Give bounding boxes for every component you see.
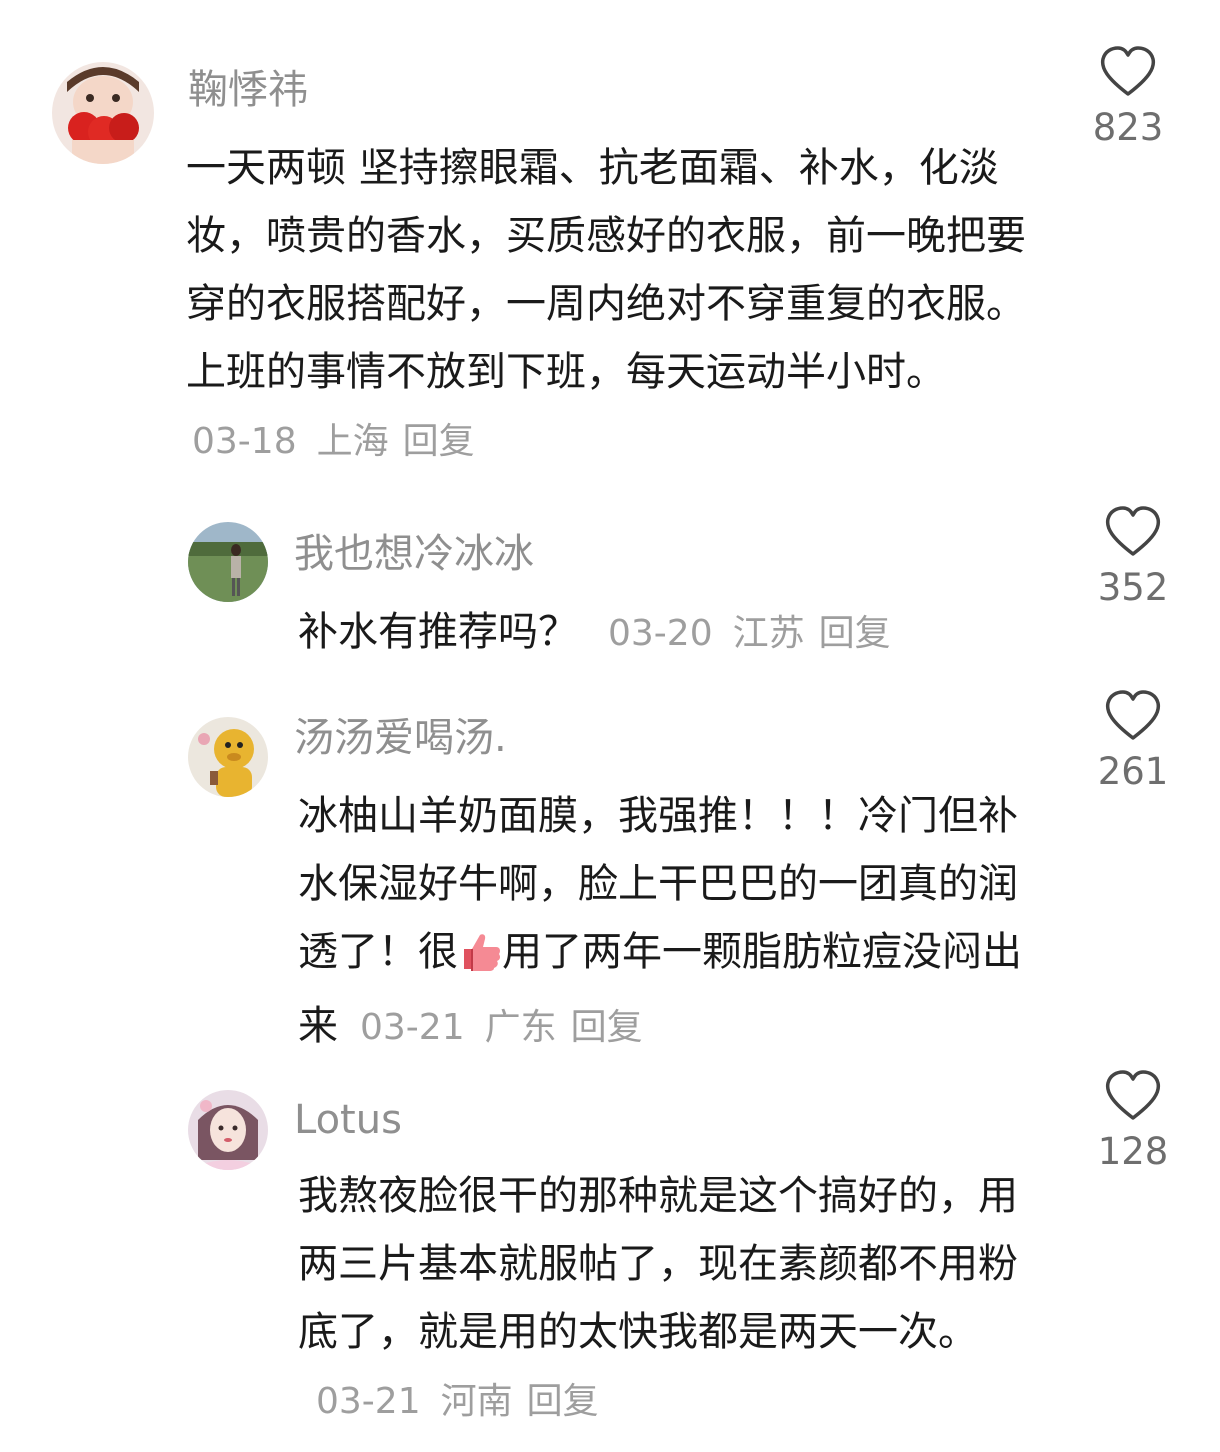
comment-content: 补水有推荐吗？ — [298, 609, 578, 655]
avatar[interactable] — [188, 522, 268, 602]
avatar[interactable] — [188, 1090, 268, 1170]
username[interactable]: 鞠悸祎 — [188, 64, 308, 116]
like-count: 823 — [1092, 106, 1164, 149]
username[interactable]: 我也想冷冰冰 — [294, 528, 534, 580]
username[interactable]: Lotus — [294, 1094, 402, 1146]
heart-outline-icon — [1105, 690, 1161, 740]
comment-meta: 03-21 广东 回复 — [338, 1007, 643, 1048]
comment-content: 一天两顿 坚持擦眼霜、抗老面霜、补水，化淡妆，喷贵的香水，买质感好的衣服，前一晚… — [186, 145, 1026, 395]
like-count: 128 — [1097, 1130, 1169, 1173]
comment-content: 我熬夜脸很干的那种就是这个搞好的，用两三片基本就服帖了，现在素颜都不用粉底了，就… — [298, 1173, 1018, 1355]
avatar[interactable] — [188, 717, 268, 797]
comment-date: 03-18 — [192, 421, 297, 462]
comment-location: 河南 — [440, 1381, 513, 1422]
username[interactable]: 汤汤爱喝汤. — [294, 712, 507, 764]
heart-outline-icon — [1105, 506, 1161, 556]
comment-text: 冰柚山羊奶面膜，我强推！！！冷门但补水保湿好牛啊，脸上干巴巴的一团真的润透了！很… — [298, 782, 1048, 1062]
comment-location: 广东 — [484, 1007, 557, 1048]
reply-button[interactable]: 回复 — [571, 1007, 643, 1048]
heart-outline-icon — [1105, 1070, 1161, 1120]
comment-location: 江苏 — [732, 613, 805, 654]
like-button[interactable]: 261 — [1088, 690, 1178, 794]
comment-date: 03-20 — [608, 613, 713, 654]
reply-button[interactable]: 回复 — [527, 1381, 599, 1422]
like-button[interactable]: 823 — [1083, 46, 1173, 150]
avatar[interactable] — [52, 62, 154, 164]
heart-outline-icon — [1100, 46, 1156, 96]
comment-meta: 03-20 江苏 回复 — [578, 613, 891, 654]
like-count: 352 — [1097, 566, 1169, 609]
comment-date: 03-21 — [316, 1381, 421, 1422]
comment-text: 我熬夜脸很干的那种就是这个搞好的，用两三片基本就服帖了，现在素颜都不用粉底了，就… — [298, 1162, 1048, 1436]
like-button[interactable]: 352 — [1088, 506, 1178, 610]
reply-button[interactable]: 回复 — [819, 613, 891, 654]
reply-button[interactable]: 回复 — [403, 421, 475, 462]
like-button[interactable]: 128 — [1088, 1070, 1178, 1174]
comment-location: 上海 — [316, 421, 389, 462]
comment-meta: 03-21 河南 回复 — [298, 1381, 599, 1422]
like-count: 261 — [1097, 750, 1169, 793]
thumbs-up-icon — [458, 924, 502, 992]
comment-text: 补水有推荐吗？ 03-20 江苏 回复 — [298, 598, 1048, 668]
comment-meta: 03-18 上海 回复 — [186, 421, 475, 462]
comment-text: 一天两顿 坚持擦眼霜、抗老面霜、补水，化淡妆，喷贵的香水，买质感好的衣服，前一晚… — [186, 134, 1036, 476]
comment-date: 03-21 — [360, 1007, 465, 1048]
